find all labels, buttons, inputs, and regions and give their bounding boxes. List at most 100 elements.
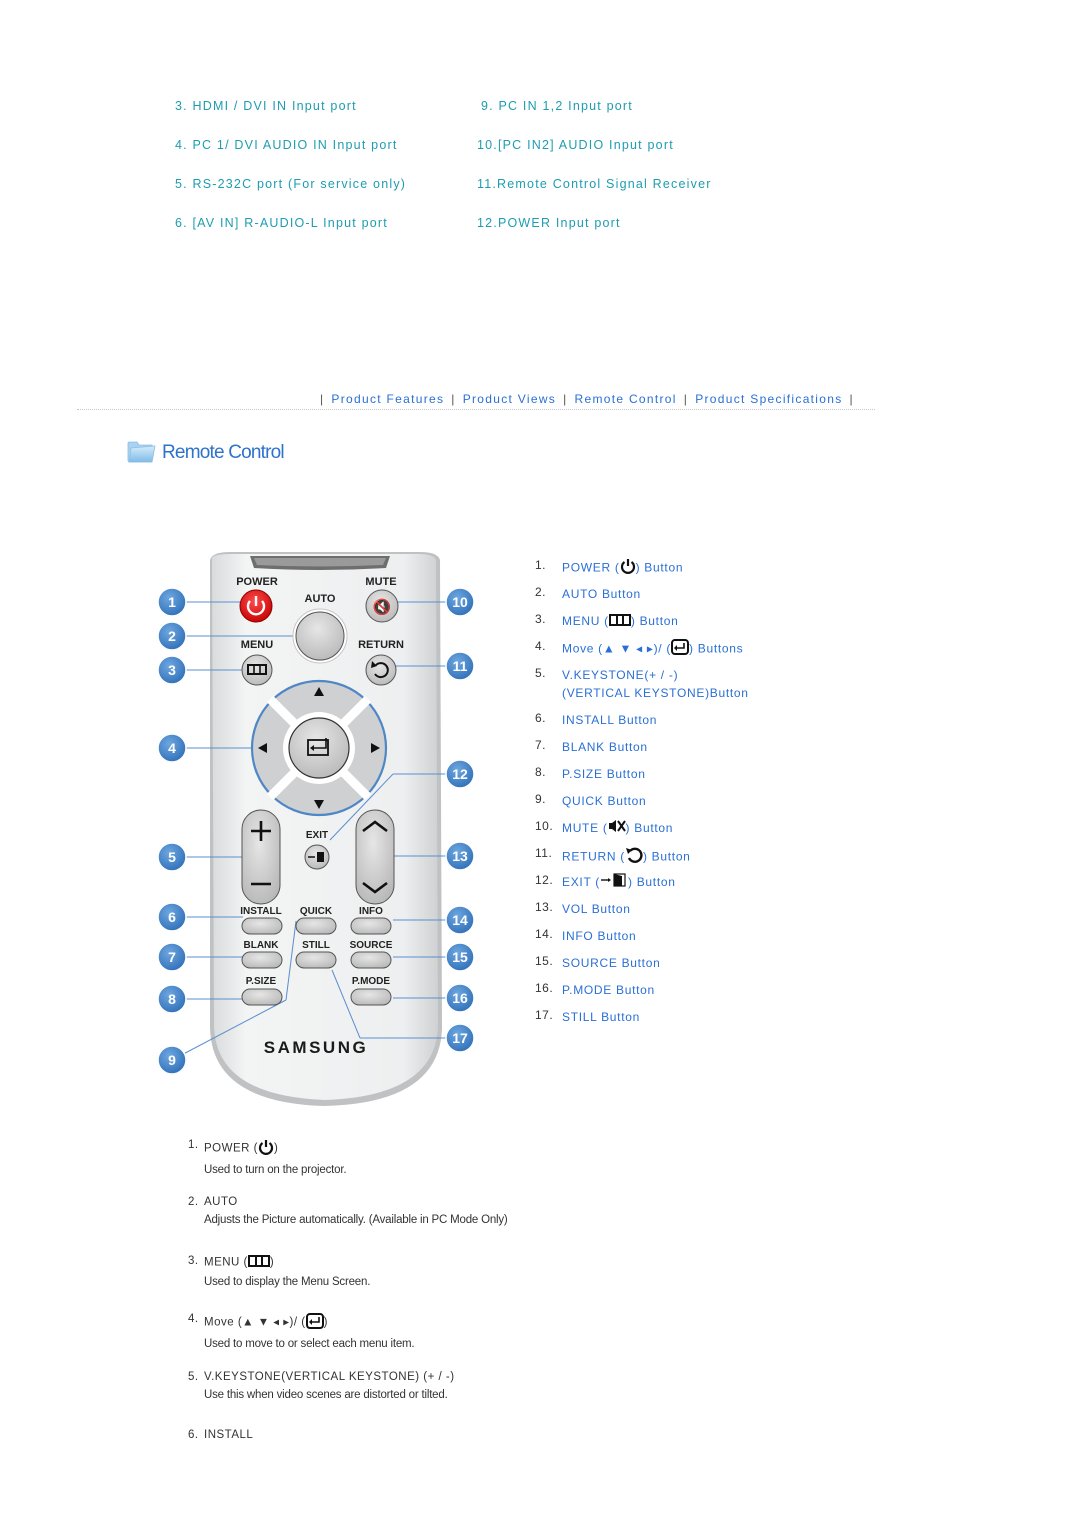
item-number: 5. [535,666,547,680]
button-link[interactable]: INSTALL Button [562,711,657,729]
callout-badge: 16 [445,983,475,1013]
description-number: 2. [188,1196,199,1208]
button-link[interactable]: EXIT () Button [562,873,676,892]
menu-icon [608,613,631,631]
callout-badge: 11 [445,651,475,681]
description-item: 5. V.KEYSTONE(VERTICAL KEYSTONE) (+ / -) U… [188,1371,455,1401]
description-title: POWER () [204,1139,278,1158]
remote-label-menu: MENU [241,639,273,651]
button-link[interactable]: V.KEYSTONE(+ / -) (VERTICAL KEYSTONE)Butt… [562,666,749,702]
button-list-item: 4. Move (▲ ▼ ◂ ▸)/ () Buttons [535,639,749,666]
power-icon [620,558,636,579]
description-heading: 4. Move (▲ ▼ ◂ ▸)/ () [188,1313,414,1332]
section-nav: | Product Features | Product Views | Remote C… [313,392,861,406]
folder-icon [126,437,156,468]
button-list: 1. POWER () Button 2. AUTO Button 3. MENU () … [535,558,749,1035]
remote-mute-button[interactable]: 🔇 [365,589,399,623]
remote-still-button[interactable] [295,951,337,969]
remote-info-button[interactable] [350,917,392,935]
remote-auto-button[interactable] [292,608,348,664]
button-list-item: 17. STILL Button [535,1008,749,1035]
description-title-suffix: ) [273,1142,279,1155]
button-link[interactable]: AUTO Button [562,585,641,603]
remote-brand-logo: SAMSUNG [264,1038,368,1057]
button-link[interactable]: POWER () Button [562,558,683,579]
description-item: 2. AUTO Adjusts the Picture automatically.… [188,1196,508,1226]
callout-badge: 15 [445,942,475,972]
button-link[interactable]: SOURCE Button [562,954,660,972]
nav-link-product-views[interactable]: Product Views [463,392,556,406]
port-item: 12.POWER Input port [477,216,621,230]
item-number: 7. [535,738,547,752]
callout-number: 6 [168,909,176,925]
callout-badge: 17 [445,1023,475,1053]
remote-pmode-button[interactable] [350,988,392,1006]
description-heading: 6. INSTALL [188,1429,253,1441]
description-item: 4. Move (▲ ▼ ◂ ▸)/ () Used to move to or s… [188,1313,415,1350]
nav-separator: | [320,392,325,406]
button-label-suffix: ) Button [630,614,679,628]
remote-label-return: RETURN [358,639,404,651]
callout-badge: 12 [445,759,475,789]
remote-psize-button[interactable] [241,988,283,1006]
button-link[interactable]: RETURN () Button [562,846,691,869]
button-link[interactable]: QUICK Button [562,792,646,810]
button-list-item: 13. VOL Button [535,900,749,927]
description-title-text: V.KEYSTONE(VERTICAL KEYSTONE) (+ / -) [204,1371,455,1383]
button-label: V.KEYSTONE(+ / -) [562,668,679,682]
button-label: INFO Button [562,929,637,943]
description-heading: 1. POWER () [188,1139,346,1158]
button-list-item: 1. POWER () Button [535,558,749,585]
button-list-item: 14. INFO Button [535,927,749,954]
callout-badge: 2 [157,621,187,651]
remote-label-install: INSTALL [240,906,281,917]
remote-illustration: POWER AUTO MUTE MENU RETURN EXIT VOL V.K… [157,552,475,1106]
item-number: 10. [535,819,554,833]
item-number: 2. [535,585,547,599]
remote-label-exit: EXIT [306,830,328,841]
remote-source-button[interactable] [350,951,392,969]
button-link[interactable]: P.SIZE Button [562,765,646,783]
button-list-item: 6. INSTALL Button [535,711,749,738]
button-link[interactable]: STILL Button [562,1008,640,1026]
item-number: 9. [535,792,547,806]
remote-install-button[interactable] [241,917,283,935]
port-item: 10.[PC IN2] AUDIO Input port [477,138,674,152]
remote-blank-button[interactable] [241,951,283,969]
button-link[interactable]: MENU () Button [562,612,679,631]
callout-badge: 14 [445,905,475,935]
port-item: 9. PC IN 1,2 Input port [481,99,633,113]
button-link[interactable]: Move (▲ ▼ ◂ ▸)/ () Buttons [562,639,743,660]
remote-vkeystone-rocker[interactable] [241,809,281,905]
button-link[interactable]: P.MODE Button [562,981,655,999]
remote-dpad[interactable] [250,679,388,817]
button-link[interactable]: MUTE () Button [562,819,673,838]
section-title: Remote Control [126,437,285,468]
remote-exit-button[interactable] [304,844,330,870]
description-number: 5. [188,1371,199,1383]
description-text: Use this when video scenes are distorted… [204,1389,448,1401]
remote-quick-button[interactable] [295,917,337,935]
button-label: P.SIZE Button [562,767,646,781]
enter-icon [671,639,690,660]
callout-badge: 6 [157,902,187,932]
nav-link-remote-control[interactable]: Remote Control [575,392,677,406]
remote-menu-button[interactable] [241,654,273,686]
remote-return-button[interactable] [365,654,397,686]
callout-badge: 3 [157,655,187,685]
nav-link-product-features[interactable]: Product Features [331,392,444,406]
remote-label-auto: AUTO [305,593,336,605]
remote-vol-rocker[interactable] [355,809,395,905]
remote-power-button[interactable] [239,589,273,623]
button-link[interactable]: VOL Button [562,900,631,918]
description-title-suffix: ) [269,1256,275,1269]
button-link[interactable]: INFO Button [562,927,636,945]
callout-number: 1 [168,594,176,610]
nav-link-product-specifications[interactable]: Product Specifications [695,392,842,406]
button-link[interactable]: BLANK Button [562,738,648,756]
button-list-item: 11. RETURN () Button [535,846,749,873]
button-label: EXIT ( [562,875,600,889]
description-number: 1. [188,1139,199,1151]
mute-icon [608,819,626,838]
remote-label-source: SOURCE [350,940,393,951]
